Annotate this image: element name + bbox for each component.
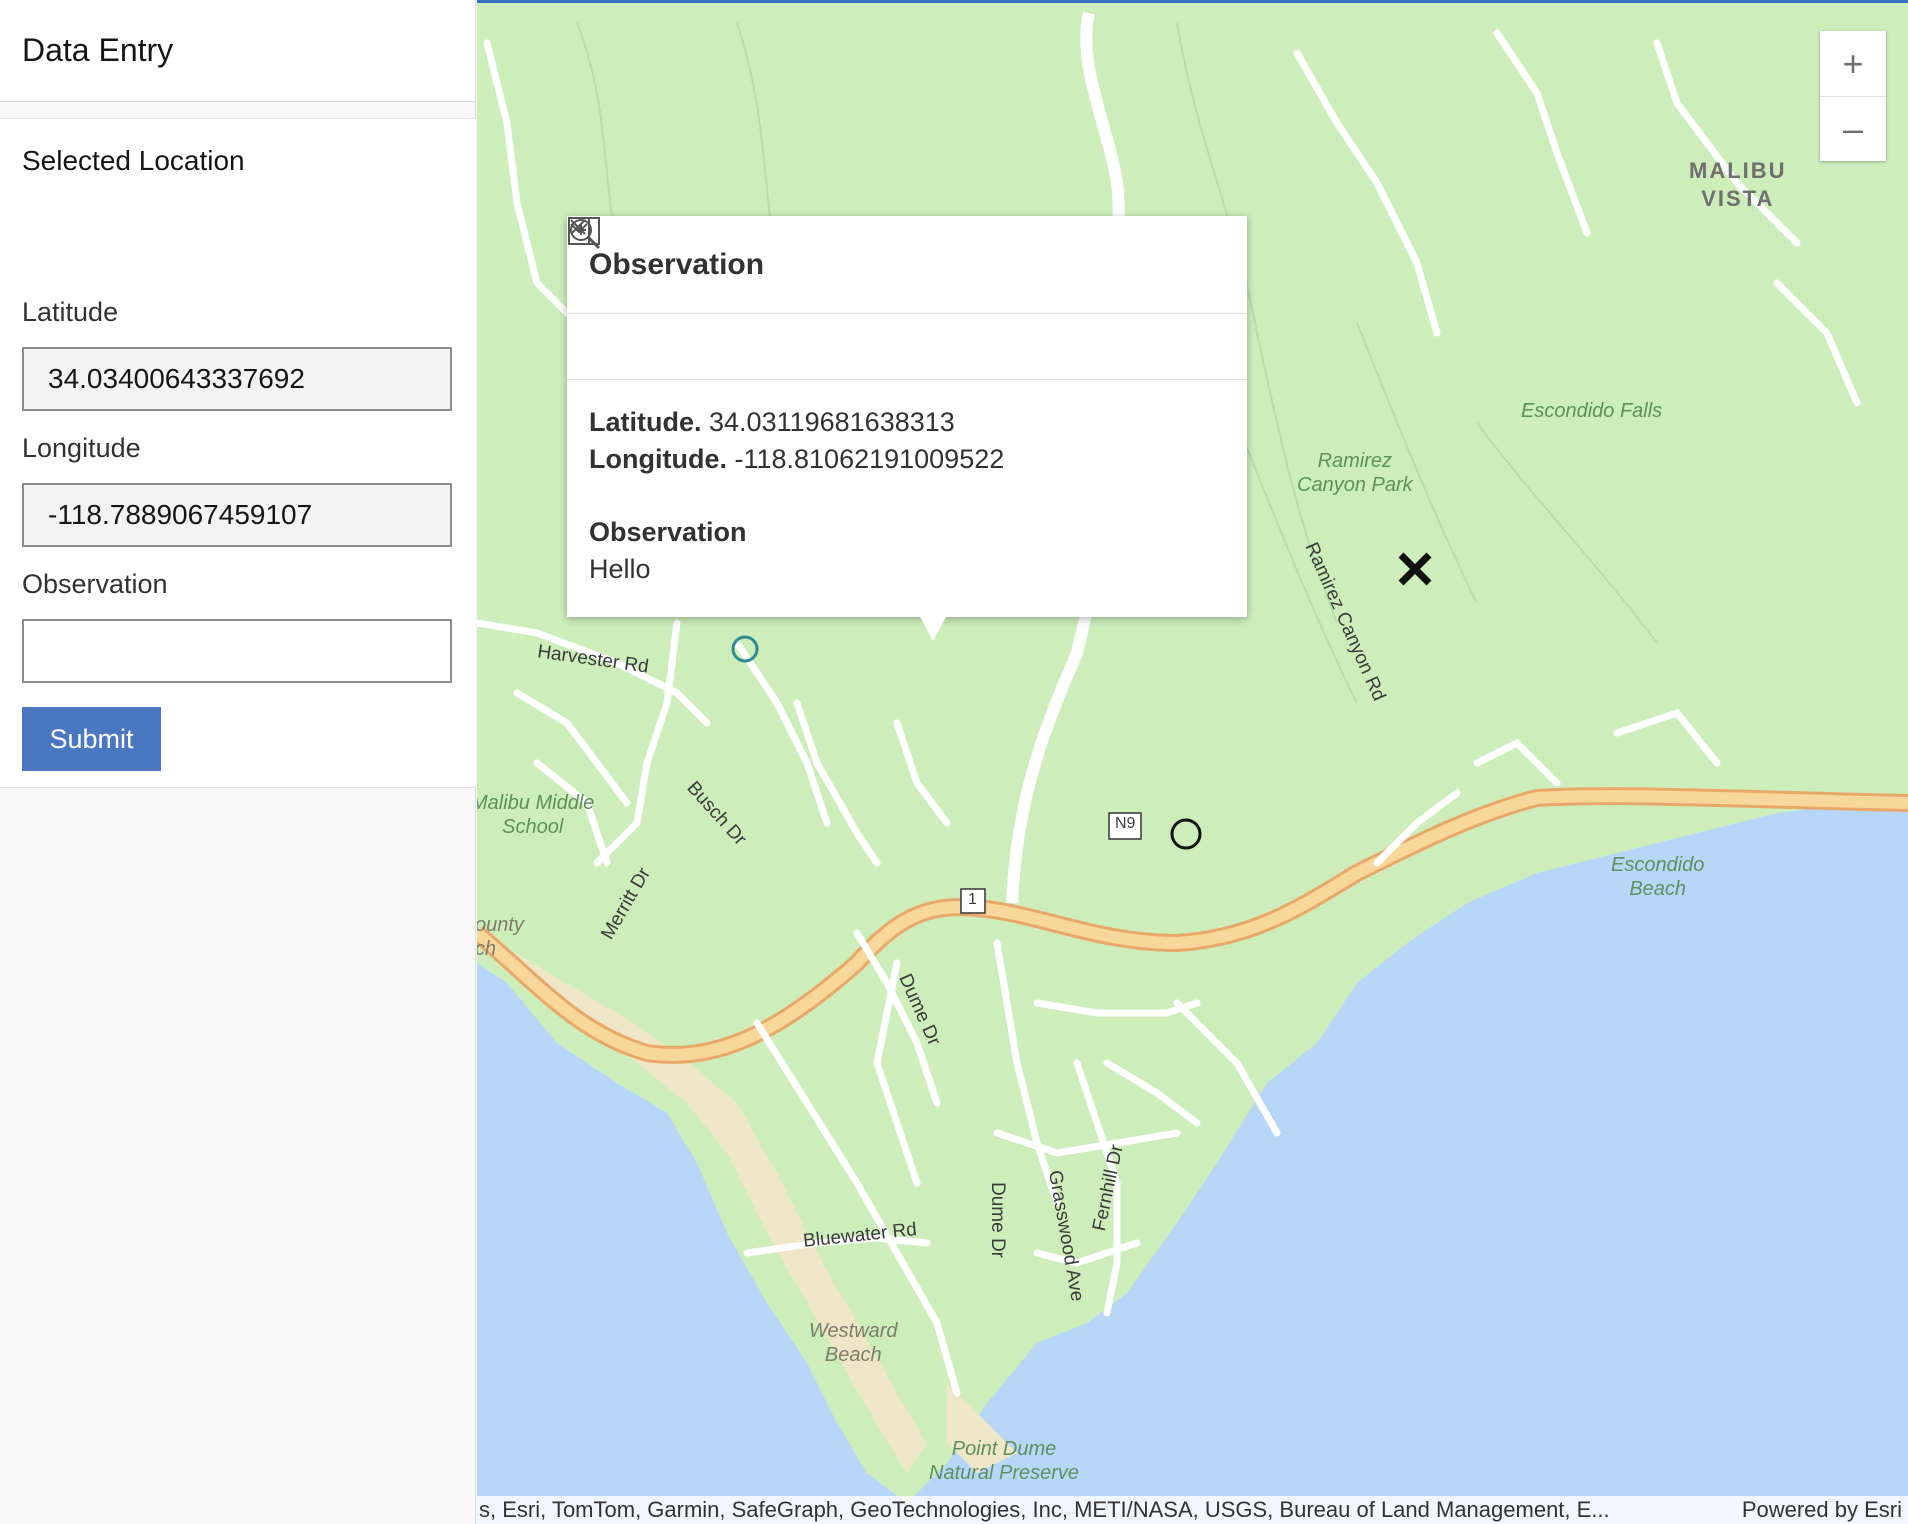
popup-latitude-row: Latitude. 34.03119681638313 <box>589 407 955 437</box>
route-shield-n9: N9 <box>1115 815 1136 832</box>
panel-title: Selected Location <box>22 145 245 176</box>
longitude-field[interactable]: -118.7889067459107 <box>22 483 452 547</box>
observation-label: Observation <box>22 569 168 599</box>
attribution-text[interactable]: s, Esri, TomTom, Garmin, SafeGraph, GeoT… <box>479 1497 1610 1523</box>
observation-field[interactable] <box>22 619 452 683</box>
zoom-in-button[interactable]: + <box>1820 31 1886 96</box>
popup-pointer <box>919 615 947 641</box>
popup-content: Latitude. 34.03119681638313 Longitude. -… <box>567 380 1247 612</box>
attribution-bar: s, Esri, TomTom, Garmin, SafeGraph, GeoT… <box>477 1496 1908 1524</box>
submit-button[interactable]: Submit <box>22 707 161 771</box>
latitude-label: Latitude <box>22 297 119 327</box>
map-view[interactable]: N9 1 MALIBU VISTA Escondido Falls Ramire… <box>477 0 1908 1524</box>
sidebar-header: Data Entry <box>0 0 475 102</box>
place-label-westward-beach: Westward Beach <box>809 1320 898 1366</box>
place-label-point-dume-preserve: Point Dume Natural Preserve <box>929 1438 1080 1484</box>
close-icon[interactable] <box>570 219 1225 295</box>
place-label-malibu-middle-school: Malibu Middle School <box>477 792 595 838</box>
popup-longitude-row: Longitude. -118.81062191009522 <box>589 444 1005 474</box>
zoom-to-icon[interactable] <box>570 219 619 365</box>
zoom-out-button[interactable]: – <box>1820 96 1886 161</box>
app-title: Data Entry <box>22 32 174 68</box>
popup-header: Observation <box>567 216 1247 314</box>
observation-popup: Observation Latitude. 34.03119681638313 … <box>567 216 1247 641</box>
latitude-field[interactable]: 34.03400643337692 <box>22 347 452 411</box>
powered-by-esri[interactable]: Powered by Esri <box>1742 1497 1902 1523</box>
place-label-county-beach: ounty ch <box>477 914 524 960</box>
longitude-label: Longitude <box>22 433 141 463</box>
selected-location-panel: Selected Location Latitude 34.0340064333… <box>0 118 476 788</box>
x-marker <box>1398 552 1432 586</box>
sidebar: Data Entry Selected Location Latitude 34… <box>0 0 476 1524</box>
place-label-escondido-falls: Escondido Falls <box>1521 400 1663 422</box>
zoom-controls: + – <box>1820 31 1886 161</box>
place-label-escondido-beach: Escondido Beach <box>1611 854 1705 900</box>
popup-observation-block: Observation Hello <box>589 517 747 584</box>
popup-toolbar <box>567 219 1247 380</box>
route-shield-1: 1 <box>968 891 977 908</box>
road-label-dume-2: Dume Dr <box>987 1181 1009 1259</box>
place-label-malibu-vista: MALIBU VISTA <box>1689 158 1787 211</box>
dock-icon[interactable] <box>568 217 1033 295</box>
observation-point-marker <box>1170 818 1202 850</box>
popup-title: Observation <box>589 247 765 281</box>
place-label-ramirez-canyon-park: Ramirez Canyon Park <box>1297 450 1413 496</box>
chevron-down-icon[interactable] <box>570 223 1129 295</box>
